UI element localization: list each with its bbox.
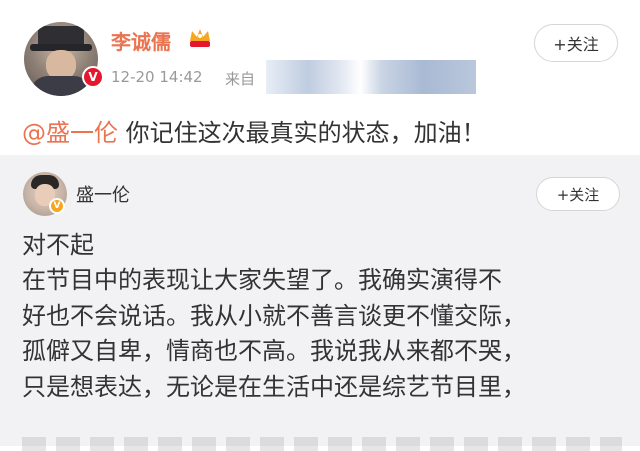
repost-line: 对不起 xyxy=(22,231,94,259)
weibo-post: V 李诚儒 12-20 14:42 来自 +关注 @盛一伦 你记住这次最真实的状… xyxy=(0,0,640,155)
repost-author-username[interactable]: 盛一伦 xyxy=(76,181,130,207)
repost-line: 孤僻又自卑，情商也不高。我说我从来都不哭， xyxy=(22,337,526,366)
crown-icon xyxy=(190,29,210,47)
repost-follow-button[interactable]: +关注 xyxy=(536,177,620,211)
cropped-text-line xyxy=(22,437,622,451)
reposted-card[interactable]: V 盛一伦 +关注 对不起 在节目中的表现让大家失望了。我确实演得不 好也不会说… xyxy=(0,155,640,451)
repost-line: 只是想表达，无论是在生活中还是综艺节目里， xyxy=(22,372,526,401)
post-text: @盛一伦 你记住这次最真实的状态，加油！ xyxy=(22,113,486,148)
mention-link[interactable]: @盛一伦 xyxy=(22,119,118,147)
repost-body: 对不起 在节目中的表现让大家失望了。我确实演得不 好也不会说话。我从小就不善言谈… xyxy=(22,228,632,405)
author-username[interactable]: 李诚儒 xyxy=(111,26,171,55)
post-body-text: 你记住这次最真实的状态，加油！ xyxy=(118,119,486,147)
verified-v-icon: V xyxy=(82,66,104,88)
follow-button[interactable]: +关注 xyxy=(534,24,618,62)
blurred-source-region xyxy=(266,60,476,94)
repost-line: 在节目中的表现让大家失望了。我确实演得不 xyxy=(22,266,502,295)
verified-v-icon: V xyxy=(49,198,65,214)
repost-line: 好也不会说话。我从小就不善言谈更不懂交际， xyxy=(22,301,526,330)
post-timestamp: 12-20 14:42 xyxy=(111,68,203,86)
post-source-label: 来自 xyxy=(225,70,256,88)
